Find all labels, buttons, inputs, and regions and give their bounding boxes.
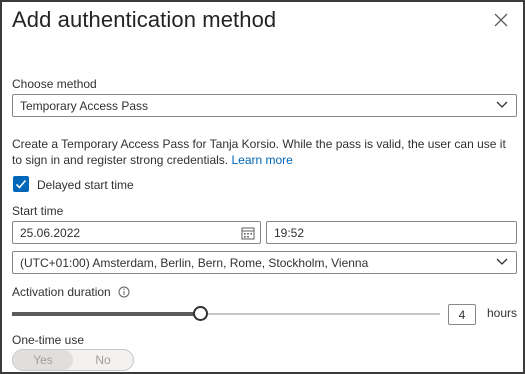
info-icon[interactable] — [118, 286, 130, 298]
learn-more-link[interactable]: Learn more — [231, 153, 292, 167]
close-icon — [494, 13, 508, 27]
calendar-icon[interactable] — [241, 226, 255, 240]
hours-unit-label: hours — [487, 306, 518, 320]
start-date-input[interactable]: 25.06.2022 — [12, 221, 261, 244]
activation-duration-label: Activation duration — [12, 285, 111, 299]
chevron-down-icon — [496, 258, 508, 265]
dialog-title: Add authentication method — [12, 7, 277, 32]
start-time-label: Start time — [12, 204, 64, 218]
method-select[interactable]: Temporary Access Pass — [12, 94, 517, 117]
checkmark-icon — [15, 179, 27, 189]
activation-slider-thumb[interactable] — [192, 306, 208, 321]
description-text: Create a Temporary Access Pass for Tanja… — [12, 136, 518, 168]
timezone-select-value: (UTC+01:00) Amsterdam, Berlin, Bern, Rom… — [20, 256, 369, 270]
close-button[interactable] — [491, 10, 511, 30]
activation-slider-fill — [12, 312, 201, 316]
chevron-down-icon — [496, 101, 508, 108]
start-date-value: 25.06.2022 — [20, 226, 81, 240]
start-time-value: 19:52 — [274, 226, 305, 240]
one-time-yes-option[interactable]: Yes — [13, 350, 73, 370]
activation-hours-input[interactable]: 4 — [448, 304, 476, 325]
timezone-select[interactable]: (UTC+01:00) Amsterdam, Berlin, Bern, Rom… — [12, 251, 517, 274]
delayed-start-checkbox[interactable] — [13, 176, 29, 192]
one-time-use-label: One-time use — [12, 333, 85, 347]
delayed-start-label: Delayed start time — [37, 178, 134, 192]
choose-method-label: Choose method — [12, 77, 97, 91]
one-time-use-toggle[interactable]: Yes No — [12, 349, 134, 371]
method-select-value: Temporary Access Pass — [20, 99, 149, 113]
one-time-no-option[interactable]: No — [73, 350, 133, 370]
authentication-dialog: Add authentication method Choose method … — [0, 0, 525, 374]
start-time-input[interactable]: 19:52 — [266, 221, 517, 244]
